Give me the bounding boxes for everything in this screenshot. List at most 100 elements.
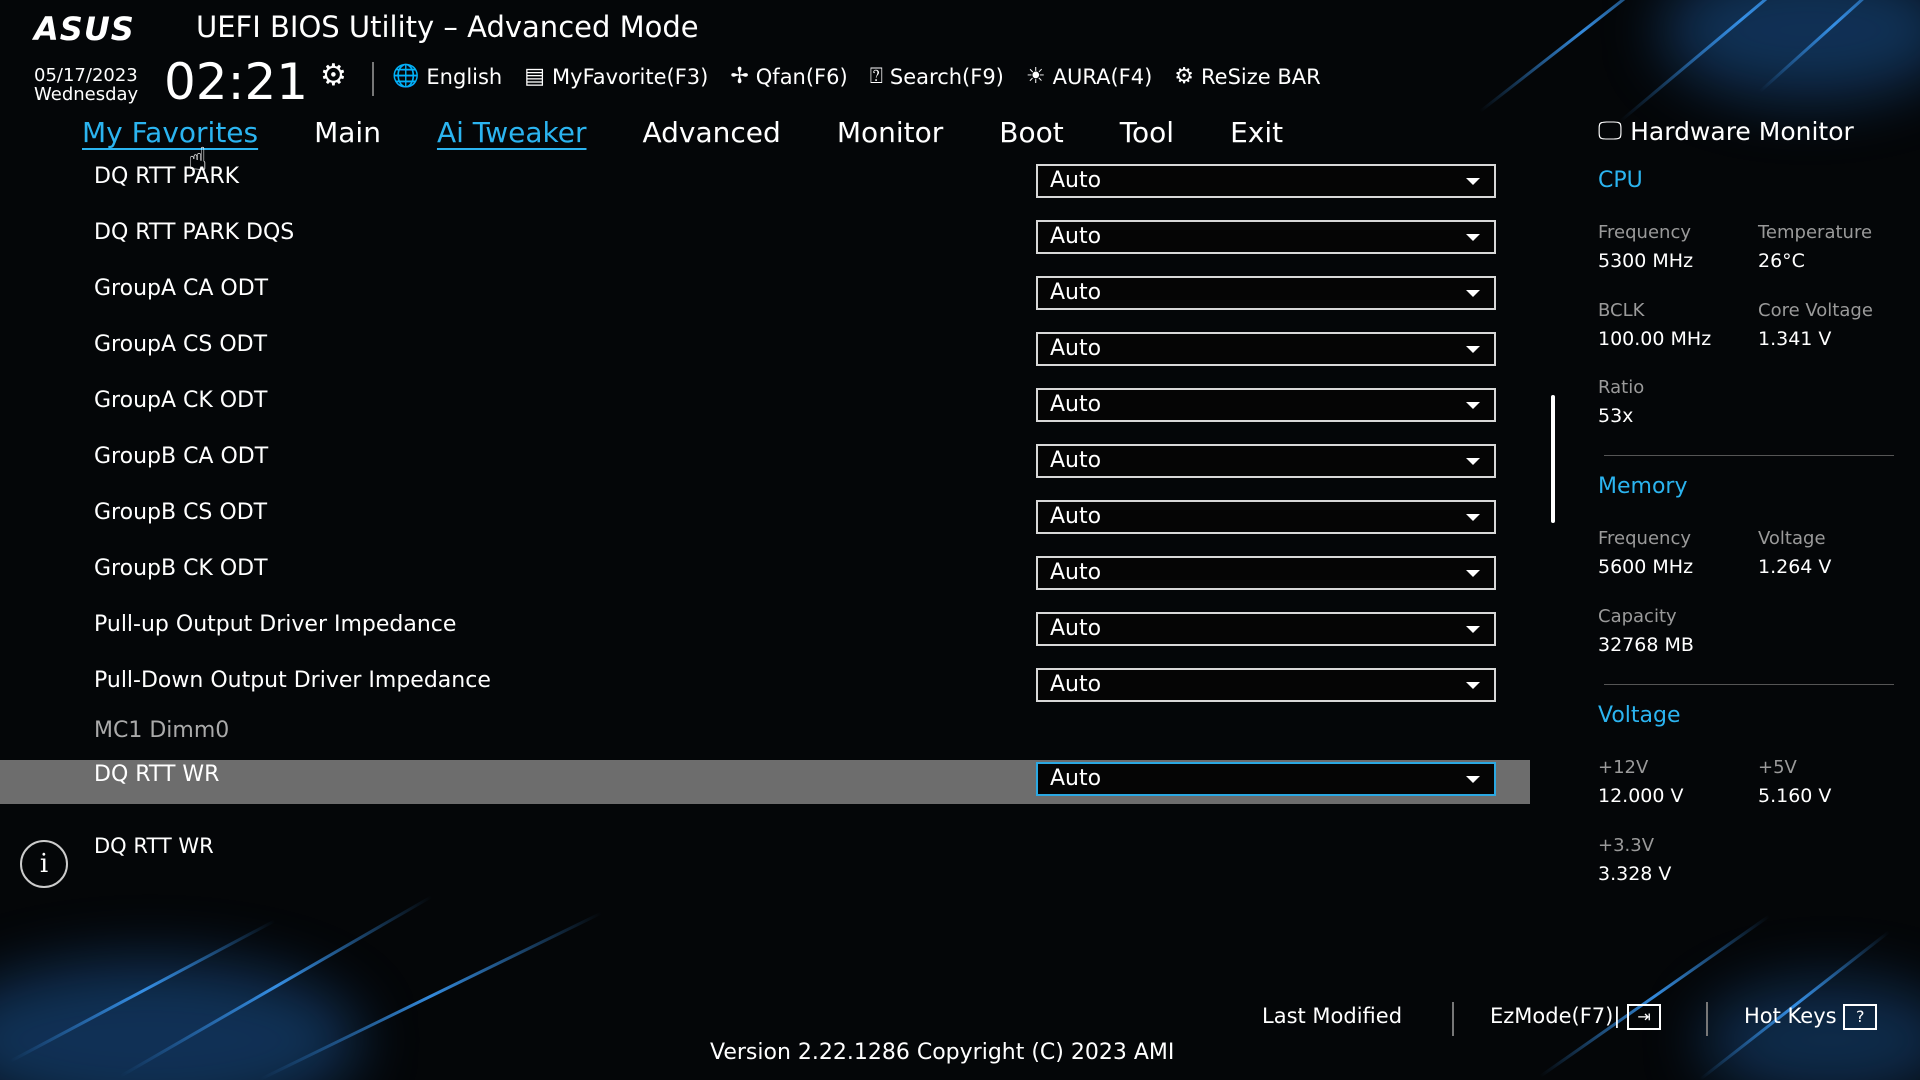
version-text: Version 2.22.1286 Copyright (C) 2023 AMI (710, 1040, 1175, 1065)
setting-label: GroupA CA ODT (94, 276, 269, 301)
chevron-down-icon (1466, 458, 1480, 465)
setting-row[interactable]: DQ RTT PARK Auto (0, 162, 1530, 206)
qfan-button[interactable]: ✢ Qfan(F6) (730, 64, 847, 89)
footer-divider (1452, 1002, 1454, 1036)
chevron-down-icon (1466, 514, 1480, 521)
dropdown-value: Auto (1050, 766, 1102, 791)
memory-frequency-value: 5600 MHz (1598, 556, 1694, 578)
v12-value: 12.000 V (1598, 785, 1684, 807)
exit-arrow-icon: ⇥ (1627, 1004, 1662, 1030)
core-voltage-value: 1.341 V (1758, 328, 1832, 350)
core-voltage-label: Core Voltage (1758, 300, 1873, 321)
cpu-heading: CPU (1598, 168, 1643, 193)
chevron-down-icon (1466, 346, 1480, 353)
setting-row[interactable]: Pull-Down Output Driver Impedance Auto (0, 666, 1530, 710)
ezmode-button[interactable]: EzMode(F7)| ⇥ (1490, 1004, 1662, 1030)
tab-tool[interactable]: Tool (1120, 116, 1174, 149)
myfavorite-button[interactable]: ▤ MyFavorite(F3) (524, 64, 708, 89)
tab-main[interactable]: Main (314, 116, 381, 149)
weekday-text: Wednesday (34, 84, 139, 105)
setting-row[interactable]: GroupB CS ODT Auto (0, 498, 1530, 542)
setting-label: Pull-up Output Driver Impedance (94, 612, 457, 637)
memory-heading: Memory (1598, 474, 1688, 499)
setting-label: GroupA CK ODT (94, 388, 268, 413)
setting-row[interactable]: GroupB CK ODT Auto (0, 554, 1530, 598)
cpu-temperature-label: Temperature (1758, 222, 1873, 243)
setting-row[interactable]: GroupA CA ODT Auto (0, 274, 1530, 318)
setting-dropdown[interactable]: Auto (1036, 332, 1496, 366)
fan-icon: ✢ (730, 64, 749, 89)
help-text: DQ RTT WR (94, 834, 214, 858)
setting-row[interactable]: GroupB CA ODT Auto (0, 442, 1530, 486)
tab-boot[interactable]: Boot (999, 116, 1063, 149)
cpu-frequency-value: 5300 MHz (1598, 250, 1694, 272)
setting-row[interactable]: DQ RTT PARK DQS Auto (0, 218, 1530, 262)
tab-ai-tweaker[interactable]: Ai Tweaker (437, 116, 587, 149)
setting-label: GroupB CS ODT (94, 500, 268, 525)
setting-label: GroupB CA ODT (94, 444, 269, 469)
section-header: MC1 Dimm0 (0, 716, 1530, 760)
app-title: UEFI BIOS Utility – Advanced Mode (196, 10, 699, 44)
qfan-label: Qfan(F6) (755, 64, 848, 89)
ratio-value: 53x (1598, 405, 1634, 427)
chevron-down-icon (1466, 682, 1480, 689)
aura-button[interactable]: ☀ AURA(F4) (1026, 64, 1152, 89)
setting-dropdown[interactable]: Auto (1036, 444, 1496, 478)
section-divider (1604, 455, 1894, 456)
footer-divider (1706, 1002, 1708, 1036)
setting-dropdown[interactable]: Auto (1036, 668, 1496, 702)
tab-exit[interactable]: Exit (1230, 116, 1283, 149)
setting-dropdown[interactable]: Auto (1036, 164, 1496, 198)
setting-dropdown[interactable]: Auto (1036, 762, 1496, 796)
setting-dropdown[interactable]: Auto (1036, 556, 1496, 590)
search-label: Search(F9) (889, 64, 1004, 89)
tab-my-favorites[interactable]: My Favorites (82, 116, 258, 149)
setting-dropdown[interactable]: Auto (1036, 388, 1496, 422)
resize-bar-label: ReSize BAR (1201, 64, 1321, 89)
chevron-down-icon (1466, 570, 1480, 577)
dropdown-value: Auto (1050, 616, 1102, 641)
setting-row[interactable]: GroupA CS ODT Auto (0, 330, 1530, 374)
toolbar: 🌐 English ▤ MyFavorite(F3) ✢ Qfan(F6) ⍰ … (392, 64, 1321, 89)
language-button[interactable]: 🌐 English (392, 64, 502, 89)
chevron-down-icon (1466, 402, 1480, 409)
memory-frequency-label: Frequency (1598, 528, 1691, 549)
setting-row[interactable]: GroupA CK ODT Auto (0, 386, 1530, 430)
monitor-icon: 🖵 (1598, 116, 1623, 145)
cpu-frequency-label: Frequency (1598, 222, 1691, 243)
setting-row-selected[interactable]: DQ RTT WR Auto (0, 760, 1530, 804)
tab-advanced[interactable]: Advanced (643, 116, 781, 149)
setting-dropdown[interactable]: Auto (1036, 612, 1496, 646)
date-text: 05/17/2023 (34, 65, 138, 86)
gear-icon[interactable]: ⚙ (320, 58, 347, 93)
tab-monitor[interactable]: Monitor (837, 116, 943, 149)
hotkeys-button[interactable]: Hot Keys ? (1744, 1004, 1878, 1030)
clock: 02:21 (164, 53, 309, 111)
asus-logo: ASUS (34, 10, 135, 48)
setting-label: DQ RTT WR (94, 762, 220, 787)
setting-dropdown[interactable]: Auto (1036, 276, 1496, 310)
bclk-value: 100.00 MHz (1598, 328, 1712, 350)
last-modified-button[interactable]: Last Modified (1262, 1004, 1402, 1028)
language-label: English (426, 64, 503, 89)
v33-value: 3.328 V (1598, 863, 1672, 885)
setting-label: Pull-Down Output Driver Impedance (94, 668, 491, 693)
info-icon: i (20, 840, 68, 888)
search-button[interactable]: ⍰ Search(F9) (870, 64, 1004, 89)
setting-dropdown[interactable]: Auto (1036, 220, 1496, 254)
hardware-monitor-title: 🖵 Hardware Monitor (1598, 116, 1854, 146)
setting-row[interactable]: Pull-up Output Driver Impedance Auto (0, 610, 1530, 654)
memory-voltage-label: Voltage (1758, 528, 1826, 549)
v12-label: +12V (1598, 757, 1649, 778)
resize-bar-icon: ⚙ (1174, 64, 1195, 89)
capacity-label: Capacity (1598, 606, 1677, 627)
memory-voltage-value: 1.264 V (1758, 556, 1832, 578)
main-tabs: My Favorites Main Ai Tweaker Advanced Mo… (82, 116, 1283, 149)
help-icon: ? (1843, 1004, 1878, 1030)
dropdown-value: Auto (1050, 560, 1102, 585)
setting-dropdown[interactable]: Auto (1036, 500, 1496, 534)
v33-label: +3.3V (1598, 835, 1655, 856)
scrollbar[interactable] (1551, 395, 1555, 523)
setting-label: DQ RTT PARK DQS (94, 220, 295, 245)
resize-bar-button[interactable]: ⚙ ReSize BAR (1174, 64, 1320, 89)
